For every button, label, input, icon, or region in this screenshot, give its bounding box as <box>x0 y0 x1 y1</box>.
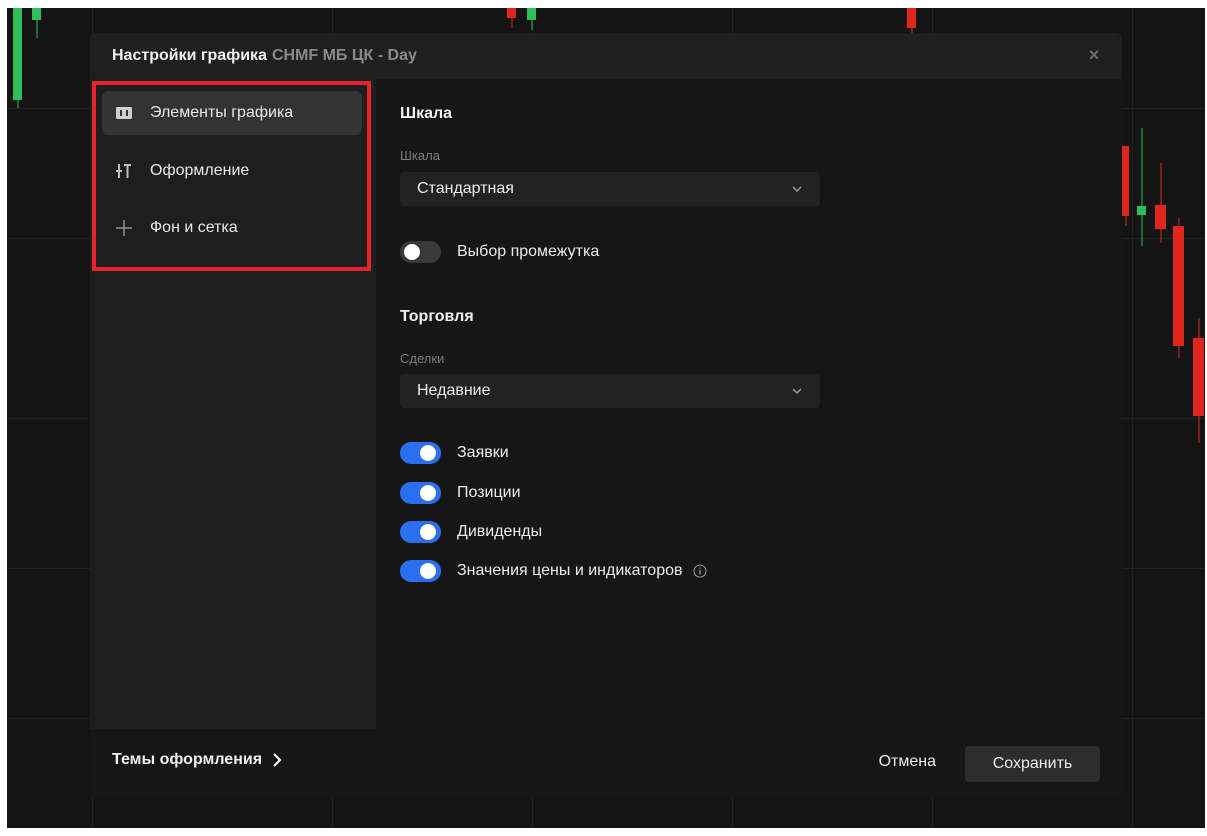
cancel-button[interactable]: Отмена <box>879 753 936 771</box>
dialog-title: Настройки графика <box>112 47 267 64</box>
positions-label: Позиции <box>457 484 521 501</box>
dialog-header: Настройки графика CHMF МБ ЦК - Day × <box>90 33 1122 79</box>
orders-toggle[interactable] <box>400 442 441 464</box>
field-label-deals: Сделки <box>400 351 445 366</box>
sidebar-item-chart-elements[interactable]: Элементы графика <box>102 91 362 135</box>
info-icon[interactable] <box>693 564 707 578</box>
chart-settings-dialog: Настройки графика CHMF МБ ЦК - Day × Эле… <box>90 33 1122 798</box>
settings-content: Шкала Шкала Стандартная Выбор промежутка… <box>376 79 1122 729</box>
sidebar-item-label: Оформление <box>150 162 250 179</box>
section-title-trading: Торговля <box>400 308 474 325</box>
chevron-down-icon <box>792 388 802 395</box>
candle <box>1193 318 1204 443</box>
price-indicator-values-toggle[interactable] <box>400 560 441 582</box>
appearance-icon <box>114 161 134 181</box>
dividends-row: Дивиденды <box>400 521 542 543</box>
candle <box>527 8 536 30</box>
chart-elements-icon <box>114 103 134 123</box>
close-icon[interactable]: × <box>1084 45 1104 65</box>
crosshair-grid-icon <box>114 218 134 238</box>
section-title-scale: Шкала <box>400 105 453 122</box>
candle <box>1122 146 1129 226</box>
chevron-right-icon <box>273 753 282 767</box>
candle <box>507 8 516 28</box>
positions-row: Позиции <box>400 482 521 504</box>
sidebar-item-appearance[interactable]: Оформление <box>102 149 362 193</box>
deals-select-value: Недавние <box>417 382 491 399</box>
themes-label: Темы оформления <box>112 751 263 768</box>
range-selection-toggle[interactable] <box>400 241 441 263</box>
candle <box>1173 218 1184 358</box>
dividends-toggle[interactable] <box>400 521 441 543</box>
dialog-ticker: CHMF МБ ЦК - Day <box>271 47 417 64</box>
settings-sidebar: Элементы графика Оформление Фон и сетка <box>90 79 376 729</box>
candle <box>13 8 22 108</box>
themes-link[interactable]: Темы оформления <box>112 751 282 769</box>
sidebar-item-label: Элементы графика <box>150 104 294 121</box>
range-selection-label: Выбор промежутка <box>457 243 600 260</box>
scale-select-value: Стандартная <box>417 180 514 197</box>
deals-select[interactable]: Недавние <box>400 374 820 408</box>
field-label-scale: Шкала <box>400 148 440 163</box>
price-indicator-values-label: Значения цены и индикаторов <box>457 562 683 579</box>
sidebar-item-background-grid[interactable]: Фон и сетка <box>102 206 362 250</box>
sidebar-item-label: Фон и сетка <box>150 219 238 236</box>
positions-toggle[interactable] <box>400 482 441 504</box>
price-indicator-values-row: Значения цены и индикаторов <box>400 560 707 582</box>
orders-row: Заявки <box>400 442 509 464</box>
chevron-down-icon <box>792 186 802 193</box>
candle <box>1137 128 1146 246</box>
range-selection-row: Выбор промежутка <box>400 241 599 263</box>
scale-select[interactable]: Стандартная <box>400 172 820 206</box>
candle <box>32 8 41 38</box>
candle <box>1155 163 1166 243</box>
orders-label: Заявки <box>457 444 509 461</box>
dialog-footer: Темы оформления Отмена Сохранить <box>90 729 1122 798</box>
dividends-label: Дивиденды <box>457 523 543 540</box>
save-button[interactable]: Сохранить <box>965 746 1100 782</box>
